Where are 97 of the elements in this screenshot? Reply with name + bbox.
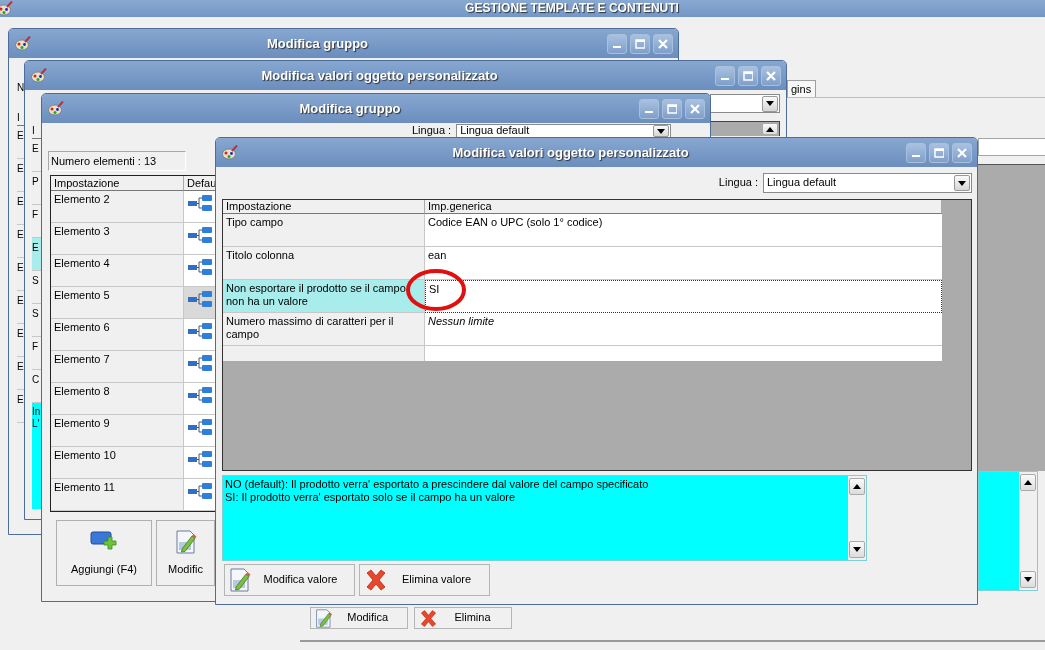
language-label: Lingua : — [412, 124, 452, 138]
dropdown-value: Lingua default — [767, 176, 838, 190]
minimize-button[interactable] — [639, 98, 659, 119]
caret-down-icon — [1024, 577, 1032, 582]
edit-button[interactable]: Modifica valore — [224, 564, 355, 596]
maximize-icon — [667, 103, 677, 114]
description-text: NO (default): Il prodotto verra' esportato a prescindere dal valore del campo specificato SI: Il prodotto verra' esportato solo se il campo ha un valore — [224, 477, 650, 506]
window-title: Modifica valori oggetto personalizzato — [451, 144, 690, 161]
maximize-icon — [934, 147, 944, 158]
column-header: Imp.generica — [425, 200, 942, 214]
minimize-icon — [645, 111, 653, 113]
table-cell: Non esportare il prodotto se il campo non ha un valore — [223, 280, 425, 313]
close-icon — [658, 38, 668, 49]
edit-button[interactable]: Modifica — [310, 607, 408, 629]
window-title: Modifica gruppo — [265, 35, 370, 52]
dropdown-button[interactable] — [653, 125, 670, 137]
palette-icon — [222, 145, 238, 160]
scroll-up-button[interactable] — [762, 123, 778, 135]
minimize-button[interactable] — [906, 142, 926, 163]
table-cell: ean — [428, 249, 447, 261]
delete-button[interactable]: Elimina valore — [359, 564, 490, 596]
maximize-button[interactable] — [662, 98, 682, 119]
edit-button[interactable]: Modific — [156, 520, 215, 586]
caret-down-icon — [657, 128, 666, 134]
table-cell: Titolo colonna — [223, 247, 425, 280]
minimize-icon — [912, 155, 920, 157]
edit-icon — [315, 608, 333, 628]
hierarchy-icon — [187, 353, 213, 373]
input-field[interactable] — [978, 138, 1045, 156]
hierarchy-icon — [187, 321, 213, 341]
minimize-icon — [721, 78, 729, 80]
language-dropdown[interactable]: Lingua default — [763, 173, 972, 193]
highlight-circle — [404, 267, 468, 313]
scrollbar[interactable] — [1019, 472, 1037, 590]
minimize-icon — [613, 46, 621, 48]
caret-down-icon — [766, 101, 774, 106]
hierarchy-icon — [187, 289, 213, 309]
hierarchy-icon — [187, 257, 213, 277]
palette-icon — [48, 101, 64, 116]
hierarchy-icon — [187, 193, 213, 213]
close-button[interactable] — [685, 98, 705, 119]
close-icon — [766, 70, 776, 81]
language-dropdown[interactable] — [710, 94, 780, 113]
palette-icon — [15, 36, 31, 51]
column-header: Impostazione — [51, 176, 184, 191]
table-cell: Tipo campo — [223, 214, 425, 247]
scrollbar[interactable] — [848, 476, 866, 560]
minimize-button[interactable] — [715, 65, 735, 86]
maximize-button[interactable] — [738, 65, 758, 86]
hierarchy-icon — [187, 481, 213, 501]
caret-up-icon — [1024, 480, 1032, 485]
hierarchy-icon — [187, 417, 213, 437]
close-button[interactable] — [653, 33, 673, 54]
dropdown-button[interactable] — [954, 175, 970, 191]
caret-up-icon — [853, 484, 861, 489]
window-title: Modifica valori oggetto personalizzato — [260, 67, 499, 84]
edit-icon — [229, 568, 251, 592]
tab[interactable]: N — [17, 82, 26, 96]
scroll-up-button[interactable] — [1020, 474, 1036, 491]
palette-icon — [31, 68, 47, 83]
hierarchy-icon — [187, 385, 213, 405]
hierarchy-icon — [187, 225, 213, 245]
scroll-down-button[interactable] — [849, 541, 865, 558]
table-cell: Nessun limite — [428, 315, 495, 327]
close-icon — [957, 147, 967, 158]
language-label: Lingua : — [718, 176, 758, 190]
close-icon — [690, 103, 700, 114]
delete-icon — [419, 608, 438, 628]
maximize-icon — [743, 70, 753, 81]
caret-down-icon — [853, 547, 861, 552]
maximize-icon — [635, 38, 645, 49]
app-title: GESTIONE TEMPLATE E CONTENUTI — [464, 1, 680, 16]
maximize-button[interactable] — [630, 33, 650, 54]
element-count: Numero elementi : 13 — [48, 151, 186, 171]
dropdown-button[interactable] — [762, 95, 778, 112]
scroll-up-button[interactable] — [849, 478, 865, 495]
palette-icon — [0, 1, 13, 16]
add-button[interactable]: Aggiungi (F4) — [56, 520, 152, 586]
close-button[interactable] — [761, 65, 781, 86]
column-header: Impostazione — [223, 200, 425, 214]
window-title: Modifica gruppo — [298, 100, 402, 117]
delete-button[interactable]: Elimina — [414, 607, 512, 629]
dropdown-value: Lingua default — [460, 124, 531, 138]
minimize-button[interactable] — [607, 33, 627, 54]
caret-down-icon — [958, 180, 966, 186]
table-cell: Codice EAN o UPC (solo 1° codice) — [428, 216, 603, 228]
caret-up-icon — [766, 126, 774, 132]
table-cell: SI — [429, 283, 440, 295]
edit-icon — [174, 529, 197, 554]
table-cell: Numero massimo di caratteri per il campo — [223, 313, 425, 346]
scroll-down-button[interactable] — [1020, 571, 1036, 588]
language-dropdown[interactable]: Lingua default — [456, 124, 672, 138]
close-button[interactable] — [952, 142, 972, 163]
maximize-button[interactable] — [929, 142, 949, 163]
tab[interactable]: gins — [787, 80, 817, 97]
delete-icon — [364, 568, 388, 592]
hierarchy-icon — [187, 449, 213, 469]
